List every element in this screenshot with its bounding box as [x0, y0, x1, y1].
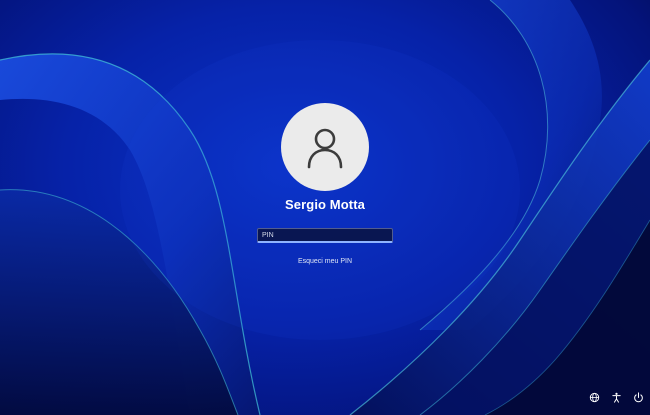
pin-field[interactable] — [257, 228, 393, 243]
accessibility-button[interactable] — [610, 391, 622, 403]
user-silhouette-icon — [307, 128, 343, 169]
lock-screen: Sergio Motta Esqueci meu PIN — [0, 0, 650, 415]
power-button[interactable] — [632, 391, 644, 403]
network-icon — [589, 392, 599, 402]
login-panel: Sergio Motta Esqueci meu PIN — [0, 0, 650, 415]
user-name: Sergio Motta — [285, 197, 365, 212]
network-button[interactable] — [588, 391, 600, 403]
power-icon — [633, 391, 643, 402]
accessibility-icon — [611, 392, 621, 403]
user-avatar — [281, 103, 369, 191]
pin-input[interactable] — [258, 229, 392, 241]
forgot-pin-link[interactable]: Esqueci meu PIN — [250, 258, 400, 265]
